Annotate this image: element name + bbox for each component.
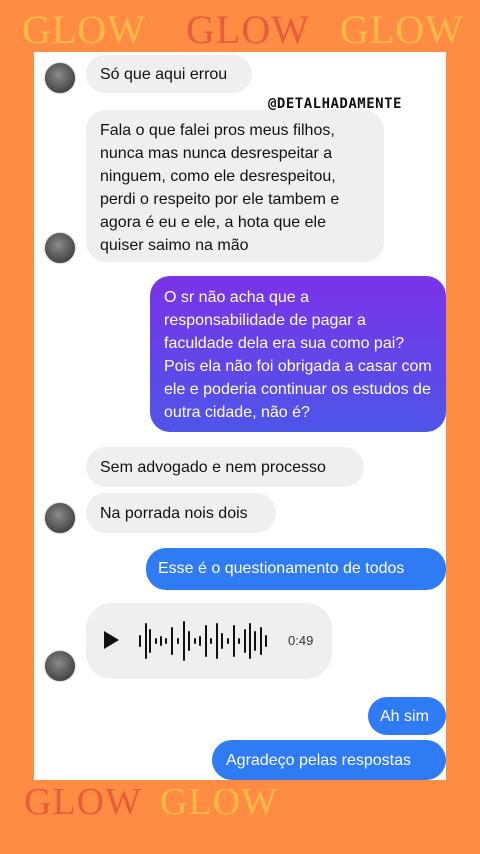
incoming-message[interactable]: Fala o que falei pros meus filhos, nunca… bbox=[86, 110, 384, 262]
avatar[interactable] bbox=[44, 62, 76, 94]
incoming-message[interactable]: Sem advogado e nem processo bbox=[86, 447, 364, 487]
avatar[interactable] bbox=[44, 232, 76, 264]
incoming-message[interactable]: Na porrada nois dois bbox=[86, 493, 276, 533]
watermark-glow: GLOW bbox=[186, 7, 310, 52]
outgoing-message[interactable]: Ah sim bbox=[368, 697, 446, 735]
outgoing-message[interactable]: Esse é o questionamento de todos bbox=[146, 548, 446, 590]
watermark-glow: GLOW bbox=[22, 7, 146, 52]
watermark-glow: GLOW bbox=[340, 7, 464, 52]
avatar[interactable] bbox=[44, 502, 76, 534]
avatar[interactable] bbox=[44, 650, 76, 682]
watermark-glow: GLOW bbox=[24, 781, 142, 823]
voice-message[interactable]: 0:49 bbox=[86, 603, 332, 679]
audio-duration: 0:49 bbox=[288, 633, 314, 648]
outgoing-message[interactable]: Agradeço pelas respostas bbox=[212, 740, 446, 780]
incoming-message[interactable]: Só que aqui errou bbox=[86, 55, 252, 93]
play-icon[interactable] bbox=[104, 631, 119, 649]
waveform-icon bbox=[139, 621, 267, 661]
outgoing-message[interactable]: O sr não acha que a responsabilidade de … bbox=[150, 276, 446, 432]
watermark-glow: GLOW bbox=[160, 781, 278, 823]
